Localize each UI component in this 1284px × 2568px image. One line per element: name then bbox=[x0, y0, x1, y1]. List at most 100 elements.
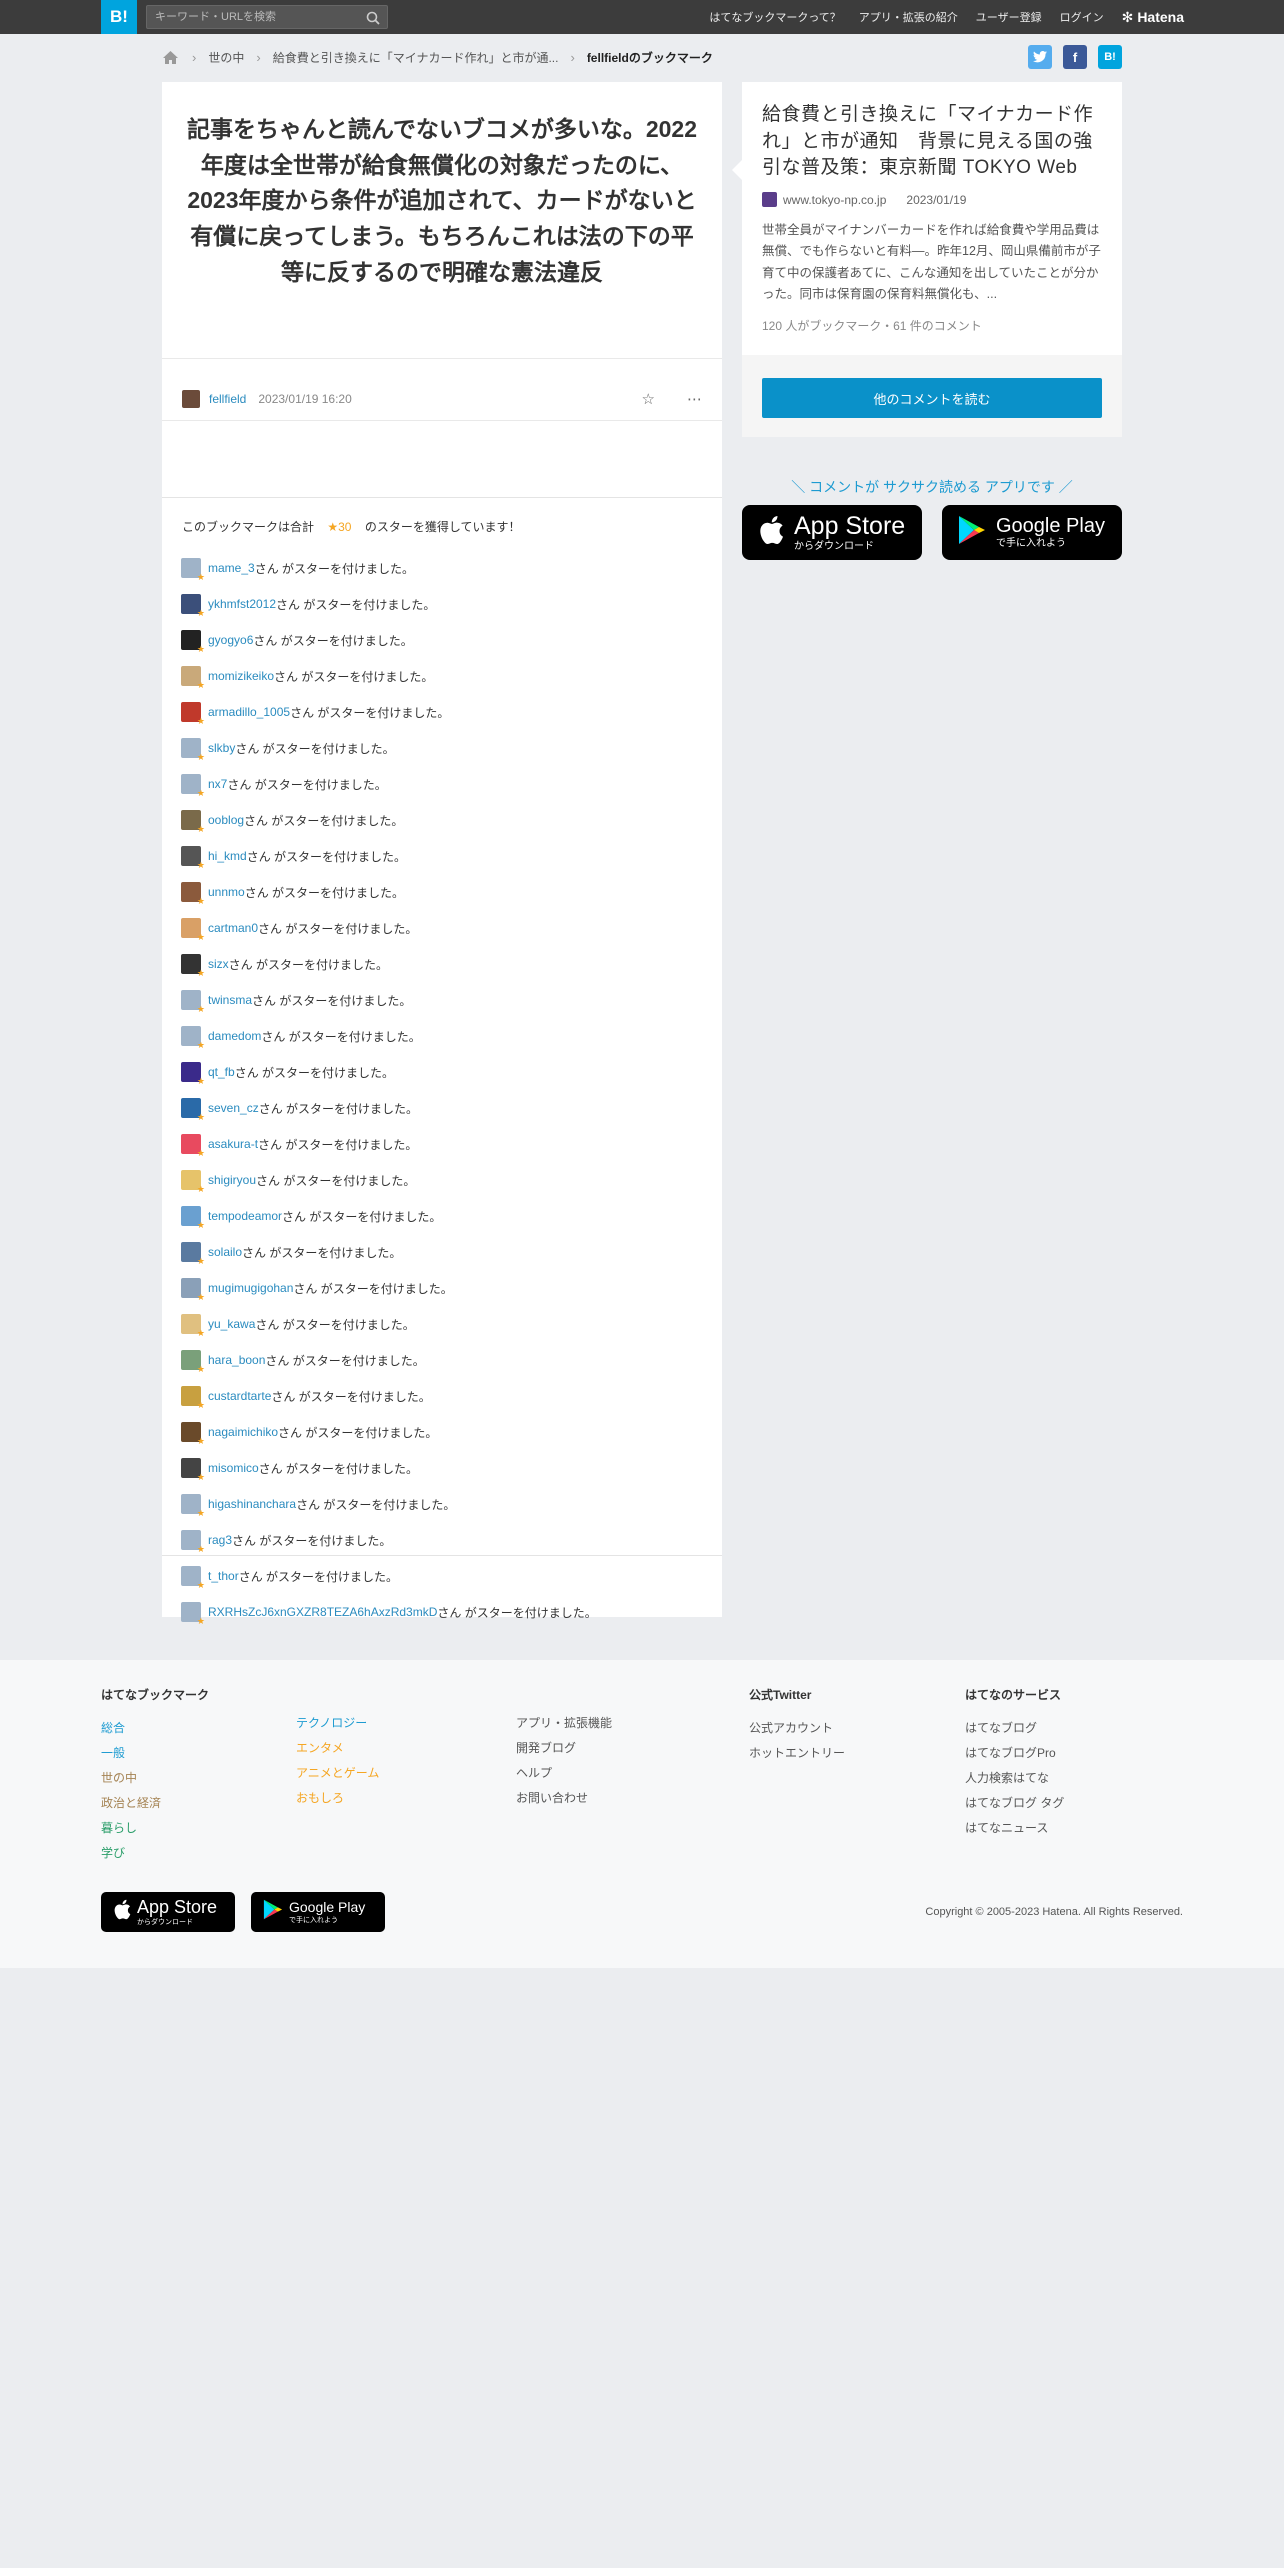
star-user-name[interactable]: cartman0 bbox=[208, 921, 258, 935]
footer-link-all[interactable]: 総合 bbox=[101, 1721, 125, 1735]
star-user-name[interactable]: rag3 bbox=[208, 1533, 232, 1547]
footer-link-general[interactable]: 一般 bbox=[101, 1746, 125, 1760]
breadcrumb-category[interactable]: 世の中 bbox=[208, 49, 244, 66]
star-user-name[interactable]: tempodeamor bbox=[208, 1209, 282, 1223]
footer-link-economics[interactable]: 政治と経済 bbox=[101, 1796, 161, 1810]
footer-link-news[interactable]: はてなニュース bbox=[965, 1821, 1048, 1835]
star-user-name[interactable]: twinsma bbox=[208, 993, 252, 1007]
user-avatar-icon[interactable] bbox=[181, 738, 205, 763]
star-user-name[interactable]: hara_boon bbox=[208, 1353, 265, 1367]
google-play-button[interactable]: Google Play で手に入れよう bbox=[942, 505, 1122, 560]
app-store-button[interactable]: App Store からダウンロード bbox=[742, 505, 922, 560]
user-avatar-icon[interactable] bbox=[181, 1494, 205, 1519]
footer-link-blog[interactable]: はてなブログ bbox=[965, 1721, 1037, 1735]
entry-title[interactable]: 給食費と引き換えに「マイナカード作れ」と市が通知 背景に見える国の強引な普及策：… bbox=[742, 82, 1122, 182]
star-user-name[interactable]: misomico bbox=[208, 1461, 259, 1475]
user-avatar-icon[interactable] bbox=[181, 1566, 205, 1591]
hatena-bookmark-logo[interactable]: B! bbox=[101, 0, 137, 34]
search-icon[interactable] bbox=[366, 11, 380, 30]
user-avatar-icon[interactable] bbox=[181, 954, 205, 979]
footer-app-store-button[interactable]: App Store からダウンロード bbox=[101, 1892, 235, 1932]
nav-login[interactable]: ログイン bbox=[1060, 9, 1104, 25]
footer-link-social[interactable]: 世の中 bbox=[101, 1771, 137, 1785]
user-avatar-icon[interactable] bbox=[181, 1350, 205, 1375]
star-user-name[interactable]: yu_kawa bbox=[208, 1317, 255, 1331]
footer-link-fun[interactable]: おもしろ bbox=[296, 1791, 344, 1805]
footer-link-blogpro[interactable]: はてなブログPro bbox=[965, 1746, 1056, 1760]
user-avatar-icon[interactable] bbox=[181, 1314, 205, 1339]
home-icon[interactable] bbox=[162, 49, 180, 65]
star-user-name[interactable]: nx7 bbox=[208, 777, 227, 791]
user-avatar-icon[interactable] bbox=[181, 1062, 205, 1087]
footer-link-knowledge[interactable]: 学び bbox=[101, 1846, 125, 1860]
star-user-name[interactable]: RXRHsZcJ6xnGXZR8TEZA6hAxzRd3mkD bbox=[208, 1605, 437, 1619]
hatena-bookmark-share-icon[interactable]: B! bbox=[1098, 45, 1122, 69]
user-avatar-icon[interactable] bbox=[181, 630, 205, 655]
footer-google-play-button[interactable]: Google Play で手に入れよう bbox=[251, 1892, 385, 1932]
star-user-name[interactable]: armadillo_1005 bbox=[208, 705, 290, 719]
star-user-name[interactable]: nagaimichiko bbox=[208, 1425, 278, 1439]
user-avatar-icon[interactable] bbox=[181, 594, 205, 619]
user-avatar-icon[interactable] bbox=[181, 666, 205, 691]
user-avatar-icon[interactable] bbox=[181, 702, 205, 727]
footer-link-entertainment[interactable]: エンタメ bbox=[296, 1741, 344, 1755]
more-menu-icon[interactable]: ⋯ bbox=[687, 390, 702, 408]
user-avatar-icon[interactable] bbox=[181, 1026, 205, 1051]
footer-link-devblog[interactable]: 開発ブログ bbox=[516, 1741, 576, 1755]
star-user-name[interactable]: qt_fb bbox=[208, 1065, 235, 1079]
user-avatar-icon[interactable] bbox=[181, 810, 205, 835]
star-user-name[interactable]: t_thor bbox=[208, 1569, 239, 1583]
user-avatar-icon[interactable] bbox=[181, 1530, 205, 1555]
user-avatar-icon[interactable] bbox=[181, 1134, 205, 1159]
twitter-share-icon[interactable] bbox=[1028, 45, 1052, 69]
footer-link-contact[interactable]: お問い合わせ bbox=[516, 1791, 588, 1805]
breadcrumb-entry[interactable]: 給食費と引き換えに「マイナカード作れ」と市が通... bbox=[273, 49, 559, 66]
star-user-name[interactable]: sizx bbox=[208, 957, 229, 971]
star-user-name[interactable]: ooblog bbox=[208, 813, 244, 827]
footer-link-help[interactable]: ヘルプ bbox=[516, 1766, 552, 1780]
footer-link-q[interactable]: 人力検索はてな bbox=[965, 1771, 1049, 1785]
user-avatar-icon[interactable] bbox=[181, 774, 205, 799]
footer-link-twitter-official[interactable]: 公式アカウント bbox=[749, 1721, 833, 1735]
star-user-name[interactable]: momizikeiko bbox=[208, 669, 274, 683]
star-user-name[interactable]: damedom bbox=[208, 1029, 261, 1043]
star-user-name[interactable]: shigiryou bbox=[208, 1173, 256, 1187]
user-avatar-icon[interactable] bbox=[181, 1422, 205, 1447]
footer-link-twitter-hotentry[interactable]: ホットエントリー bbox=[749, 1746, 845, 1760]
bookmark-user[interactable]: fellfield bbox=[209, 392, 246, 406]
star-user-name[interactable]: gyogyo6 bbox=[208, 633, 253, 647]
footer-link-blogtag[interactable]: はてなブログ タグ bbox=[965, 1796, 1064, 1810]
star-user-name[interactable]: solailo bbox=[208, 1245, 242, 1259]
star-user-name[interactable]: custardtarte bbox=[208, 1389, 271, 1403]
user-avatar-icon[interactable] bbox=[181, 1206, 205, 1231]
star-user-name[interactable]: ykhmfst2012 bbox=[208, 597, 276, 611]
user-avatar-icon[interactable] bbox=[181, 990, 205, 1015]
user-avatar-icon[interactable] bbox=[181, 918, 205, 943]
footer-link-life[interactable]: 暮らし bbox=[101, 1821, 137, 1835]
user-avatar-icon[interactable] bbox=[181, 1098, 205, 1123]
user-avatar-icon[interactable] bbox=[181, 882, 205, 907]
footer-link-it[interactable]: テクノロジー bbox=[296, 1716, 367, 1730]
user-avatar-icon[interactable] bbox=[181, 1386, 205, 1411]
user-avatar-icon[interactable] bbox=[181, 846, 205, 871]
footer-link-game[interactable]: アニメとゲーム bbox=[296, 1766, 379, 1780]
user-avatar-icon[interactable] bbox=[181, 558, 205, 583]
avatar[interactable] bbox=[182, 390, 200, 408]
user-avatar-icon[interactable] bbox=[181, 1278, 205, 1303]
user-avatar-icon[interactable] bbox=[181, 1458, 205, 1483]
footer-link-apps[interactable]: アプリ・拡張機能 bbox=[516, 1716, 612, 1730]
nav-apps[interactable]: アプリ・拡張の紹介 bbox=[859, 9, 958, 25]
add-star-icon[interactable]: ☆ bbox=[642, 390, 655, 408]
nav-register[interactable]: ユーザー登録 bbox=[976, 9, 1042, 25]
star-user-name[interactable]: slkby bbox=[208, 741, 235, 755]
star-user-name[interactable]: higashinanchara bbox=[208, 1497, 296, 1511]
facebook-share-icon[interactable]: f bbox=[1063, 45, 1087, 69]
star-user-name[interactable]: mugimugigohan bbox=[208, 1281, 293, 1295]
user-avatar-icon[interactable] bbox=[181, 1170, 205, 1195]
user-avatar-icon[interactable] bbox=[181, 1242, 205, 1267]
star-user-name[interactable]: asakura-t bbox=[208, 1137, 258, 1151]
entry-domain[interactable]: www.tokyo-np.co.jp bbox=[783, 193, 886, 207]
star-user-name[interactable]: hi_kmd bbox=[208, 849, 247, 863]
user-avatar-icon[interactable] bbox=[181, 1602, 205, 1627]
star-user-name[interactable]: unnmo bbox=[208, 885, 245, 899]
